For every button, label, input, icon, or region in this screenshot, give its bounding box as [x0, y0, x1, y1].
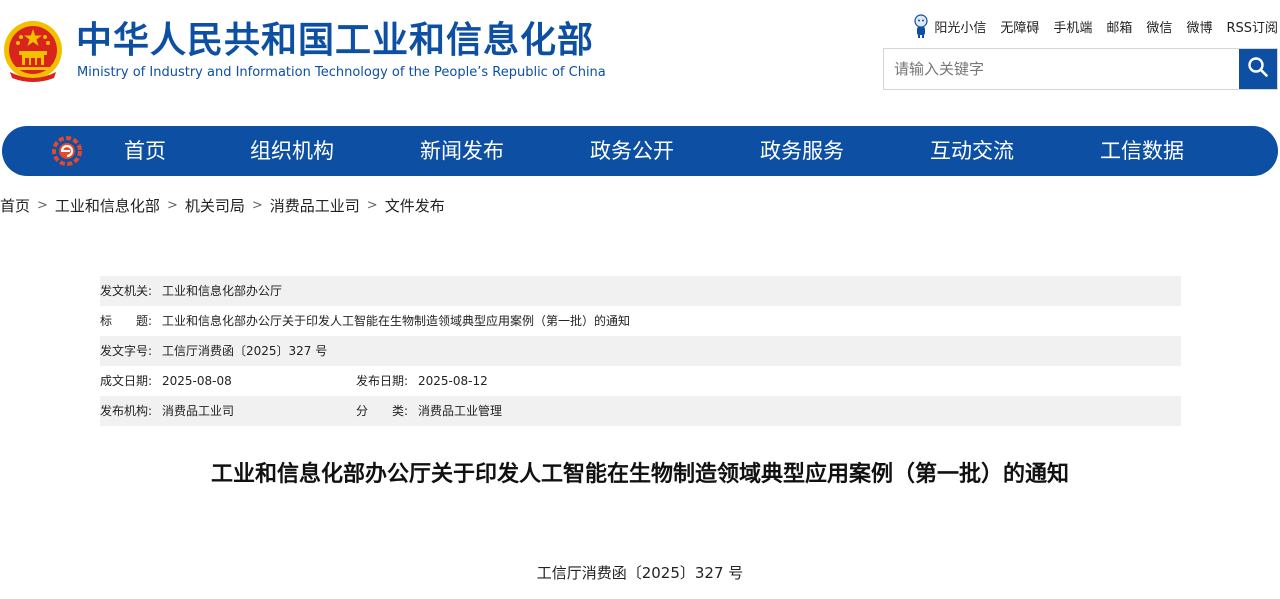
- breadcrumb-consumer-goods[interactable]: 消费品工业司: [270, 196, 360, 216]
- breadcrumb-departments[interactable]: 机关司局: [185, 196, 245, 216]
- breadcrumb-ministry[interactable]: 工业和信息化部: [55, 196, 160, 216]
- sunshine-link-label: 阳光小信: [934, 20, 987, 36]
- main-nav: 首页 组织机构 新闻发布 政务公开 政务服务 互动交流 工信数据: [2, 126, 1278, 176]
- breadcrumb: 首页 > 工业和信息化部 > 机关司局 > 消费品工业司 > 文件发布: [0, 196, 445, 216]
- chevron-right-icon: >: [251, 198, 263, 213]
- accessibility-link[interactable]: 无障碍: [1000, 17, 1039, 36]
- chevron-right-icon: >: [366, 198, 378, 213]
- mobile-link[interactable]: 手机端: [1053, 17, 1092, 36]
- search-box: [883, 48, 1278, 90]
- site-subtitle[interactable]: Ministry of Industry and Information Tec…: [77, 64, 606, 82]
- nav-gov-services[interactable]: 政务服务: [760, 126, 844, 176]
- meta-label: 发文字号:: [100, 344, 153, 358]
- document-meta-table: 发文机关: 工业和信息化部办公厅 标 题: 工业和信息化部办公厅关于印发人工智能…: [100, 276, 1181, 426]
- mail-link[interactable]: 邮箱: [1106, 17, 1132, 36]
- search-input[interactable]: [884, 49, 1239, 89]
- meta-row-title: 标 题: 工业和信息化部办公厅关于印发人工智能在生物制造领域典型应用案例（第一批…: [100, 306, 1181, 336]
- sunshine-link[interactable]: 阳光小信: [912, 14, 986, 38]
- nav-news[interactable]: 新闻发布: [420, 126, 504, 176]
- meta-label: 发文机关:: [100, 284, 153, 298]
- search-icon: [1247, 56, 1269, 82]
- national-emblem-icon: [2, 20, 64, 84]
- breadcrumb-home[interactable]: 首页: [0, 196, 30, 216]
- weibo-link[interactable]: 微博: [1186, 17, 1212, 36]
- meta-value-written-date: 2025-08-08: [162, 374, 232, 388]
- meta-value-issuer: 工业和信息化部办公厅: [162, 284, 283, 298]
- nav-interaction[interactable]: 互动交流: [930, 126, 1014, 176]
- search-button[interactable]: [1239, 49, 1277, 89]
- document-title: 工业和信息化部办公厅关于印发人工智能在生物制造领域典型应用案例（第一批）的通知: [210, 462, 1069, 487]
- meta-row-dates: 成文日期: 2025-08-08 发布日期: 2025-08-12: [100, 366, 1181, 396]
- meta-label: 标 题:: [100, 314, 153, 328]
- meta-value-category: 消费品工业管理: [418, 404, 503, 418]
- meta-label: 发布机构:: [100, 404, 153, 418]
- breadcrumb-documents[interactable]: 文件发布: [385, 196, 445, 216]
- meta-label: 成文日期:: [100, 374, 153, 388]
- site-title[interactable]: 中华人民共和国工业和信息化部: [76, 18, 594, 64]
- document-number: 工信厅消费函〔2025〕327 号: [536, 564, 744, 582]
- top-links: 阳光小信 无障碍 手机端 邮箱 微信 微博 RSS订阅: [912, 14, 1278, 38]
- nav-data[interactable]: 工信数据: [1100, 126, 1184, 176]
- meta-value-title: 工业和信息化部办公厅关于印发人工智能在生物制造领域典型应用案例（第一批）的通知: [162, 314, 631, 328]
- meta-label: 分 类:: [356, 404, 409, 418]
- nav-organization[interactable]: 组织机构: [250, 126, 334, 176]
- nav-home[interactable]: 首页: [124, 126, 166, 176]
- chevron-right-icon: >: [37, 198, 48, 213]
- meta-row-org: 发布机构: 消费品工业司 分 类: 消费品工业管理: [100, 396, 1181, 426]
- wechat-link[interactable]: 微信: [1146, 17, 1172, 36]
- meta-row-issuer: 发文机关: 工业和信息化部办公厅: [100, 276, 1181, 306]
- meta-label: 发布日期:: [356, 374, 409, 388]
- meta-row-docno: 发文字号: 工信厅消费函〔2025〕327 号: [100, 336, 1181, 366]
- chevron-right-icon: >: [166, 198, 178, 213]
- meta-value-org: 消费品工业司: [162, 404, 235, 418]
- mascot-icon: [912, 14, 930, 38]
- nav-gov-affairs[interactable]: 政务公开: [590, 126, 674, 176]
- meta-value-publish-date: 2025-08-12: [418, 374, 488, 388]
- meta-value-docno: 工信厅消费函〔2025〕327 号: [162, 344, 328, 358]
- nav-logo-icon[interactable]: [50, 135, 84, 167]
- rss-link[interactable]: RSS订阅: [1226, 17, 1278, 36]
